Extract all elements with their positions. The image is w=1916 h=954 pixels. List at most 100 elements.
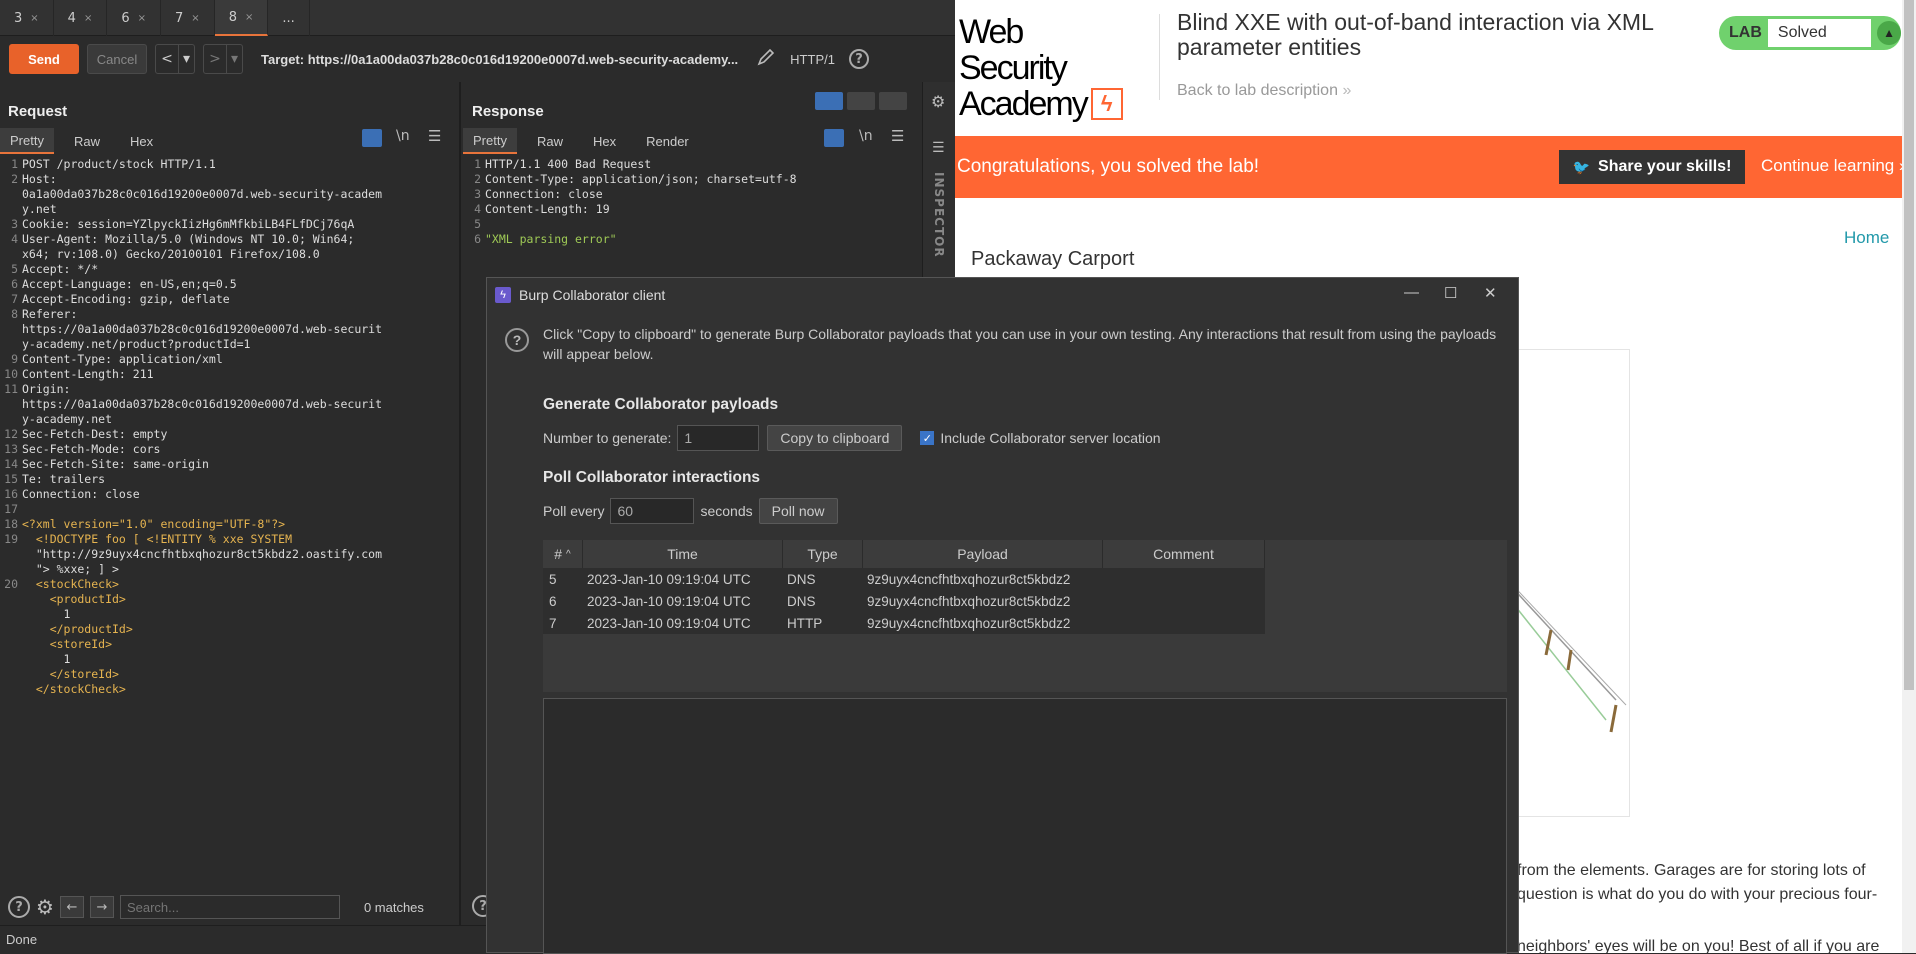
back-arrow-icon[interactable]: ← xyxy=(59,896,84,918)
column-header-type[interactable]: Type xyxy=(783,540,863,568)
line-number: 6 xyxy=(11,277,18,291)
close-icon[interactable]: × xyxy=(191,13,199,24)
settings-gear-icon[interactable]: ⚙ xyxy=(36,895,54,919)
line-text: 0a1a00da037b28c0c016d19200e0007d.web-sec… xyxy=(22,187,383,201)
tab-raw[interactable]: Raw xyxy=(54,128,110,154)
table-row[interactable]: 6 2023-Jan-10 09:19:04 UTC DNS 9z9uyx4cn… xyxy=(543,590,1265,612)
line-number xyxy=(0,562,22,577)
help-icon[interactable]: ? xyxy=(8,896,30,918)
table-row[interactable]: 7 2023-Jan-10 09:19:04 UTC HTTP 9z9uyx4c… xyxy=(543,612,1265,634)
close-icon[interactable]: × xyxy=(84,13,92,24)
share-label: Share your skills! xyxy=(1598,158,1732,175)
close-icon[interactable]: × xyxy=(245,12,253,23)
code-line: https://0a1a00da037b28c0c016d19200e0007d… xyxy=(0,397,450,412)
collaborator-dialog: ϟ Burp Collaborator client — ☐ ✕ ? Click… xyxy=(486,277,1519,954)
code-line: 8 Referer: xyxy=(0,307,450,322)
line-number: 14 xyxy=(4,457,18,471)
line-number: 15 xyxy=(4,472,18,486)
scrollbar-thumb[interactable] xyxy=(1904,0,1914,690)
settings-gear-icon[interactable]: ⚙ xyxy=(931,92,945,111)
line-text: HTTP/1.1 400 Bad Request xyxy=(485,157,652,171)
forward-arrow-icon[interactable]: > xyxy=(204,45,226,73)
tab-hex[interactable]: Hex xyxy=(110,128,163,154)
minimize-icon[interactable]: — xyxy=(1404,284,1419,301)
table-row[interactable]: 5 2023-Jan-10 09:19:04 UTC DNS 9z9uyx4cn… xyxy=(543,568,1265,590)
code-line: "> %xxe; ] > xyxy=(0,562,450,577)
pane-splitter[interactable] xyxy=(459,82,461,925)
response-editor[interactable]: 1 HTTP/1.1 400 Bad Request 2 Content-Type: … xyxy=(463,157,908,247)
close-icon[interactable]: ✕ xyxy=(1484,284,1497,302)
layout-tabbed-icon[interactable] xyxy=(879,92,907,110)
number-to-generate-input[interactable]: 1 xyxy=(677,425,760,451)
repeater-tab-8[interactable]: 8 × xyxy=(214,0,269,36)
line-text: Connection: close xyxy=(485,187,603,201)
column-header-time[interactable]: Time xyxy=(583,540,783,568)
layout-side-by-side-icon[interactable] xyxy=(815,92,843,110)
row-type: DNS xyxy=(787,593,816,609)
back-to-lab-description-link[interactable]: Back to lab description » xyxy=(1177,82,1351,100)
http-version-toggle[interactable]: HTTP/1 xyxy=(790,52,835,67)
include-server-location-checkbox[interactable]: ✓ xyxy=(920,431,935,445)
repeater-tab-6[interactable]: 6 × xyxy=(107,0,162,36)
forward-arrow-icon[interactable]: → xyxy=(89,896,114,918)
repeater-tab-4[interactable]: 4 × xyxy=(54,0,108,36)
search-input[interactable] xyxy=(119,895,340,919)
repeater-tab-3[interactable]: 3 × xyxy=(0,0,54,36)
line-number: 3 xyxy=(474,187,481,201)
cancel-button[interactable]: Cancel xyxy=(87,44,147,74)
close-icon[interactable]: × xyxy=(30,13,38,24)
share-skills-button[interactable]: 🐦 Share your skills! xyxy=(1559,150,1745,184)
column-header-payload[interactable]: Payload xyxy=(863,540,1103,568)
edit-pencil-icon[interactable] xyxy=(756,47,776,71)
layout-toggle xyxy=(815,92,911,112)
newline-toggle-icon[interactable]: \n xyxy=(396,128,410,144)
line-number: 4 xyxy=(474,202,481,216)
poll-now-button[interactable]: Poll now xyxy=(758,498,838,524)
dialog-title-bar[interactable]: ϟ Burp Collaborator client xyxy=(487,278,1518,312)
tab-label: ... xyxy=(282,10,295,26)
line-number xyxy=(0,667,22,682)
line-number: 3 xyxy=(11,217,18,231)
column-header-comment[interactable]: Comment xyxy=(1103,540,1265,568)
column-header-number[interactable]: # ^ xyxy=(543,540,583,568)
word-wrap-icon[interactable] xyxy=(824,129,844,147)
tab-pretty[interactable]: Pretty xyxy=(463,128,517,154)
send-button[interactable]: Send xyxy=(9,44,79,74)
word-wrap-icon[interactable] xyxy=(362,129,382,147)
repeater-tab-7[interactable]: 7 × xyxy=(161,0,215,36)
tab-hex[interactable]: Hex xyxy=(573,128,626,154)
menu-icon[interactable]: ☰ xyxy=(428,127,441,145)
home-link[interactable]: Home xyxy=(1844,228,1889,248)
poll-heading: Poll Collaborator interactions xyxy=(543,469,761,486)
line-number: 2 xyxy=(11,172,18,186)
browser-scrollbar[interactable] xyxy=(1902,0,1916,953)
chevron-down-icon[interactable]: ▾ xyxy=(226,45,242,73)
close-icon[interactable]: × xyxy=(138,13,146,24)
code-line: https://0a1a00da037b28c0c016d19200e0007d… xyxy=(0,322,450,337)
request-editor[interactable]: 1 POST /product/stock HTTP/1.1 2 Host: 0a1a0… xyxy=(0,157,450,697)
code-line: x64; rv:108.0) Gecko/20100101 Firefox/10… xyxy=(0,247,450,262)
web-security-academy-logo[interactable]: Web Security Academy ϟ xyxy=(959,14,1129,122)
back-arrow-icon[interactable]: < xyxy=(156,45,178,73)
help-icon[interactable]: ? xyxy=(848,49,869,69)
inspector-label[interactable]: INSPECTOR xyxy=(932,172,946,258)
line-text: 1 xyxy=(22,607,71,621)
line-number: 5 xyxy=(474,217,481,231)
layout-stacked-icon[interactable] xyxy=(847,92,875,110)
newline-toggle-icon[interactable]: \n xyxy=(859,128,873,144)
line-text: "> %xxe; ] > xyxy=(22,562,119,576)
tab-raw[interactable]: Raw xyxy=(517,128,573,154)
tab-pretty[interactable]: Pretty xyxy=(0,128,54,154)
interaction-details-pane[interactable] xyxy=(543,698,1507,954)
continue-learning-link[interactable]: Continue learning » xyxy=(1761,156,1908,176)
menu-icon[interactable]: ☰ xyxy=(891,127,904,145)
number-to-generate-label: Number to generate: xyxy=(543,430,672,446)
poll-interval-input[interactable]: 60 xyxy=(610,498,695,524)
maximize-icon[interactable]: ☐ xyxy=(1444,284,1457,302)
inspector-toggle-icon[interactable]: ☰ xyxy=(932,140,945,156)
copy-to-clipboard-button[interactable]: Copy to clipboard xyxy=(767,425,903,451)
repeater-tab-more[interactable]: ... xyxy=(268,0,310,36)
help-icon[interactable]: ? xyxy=(505,328,529,352)
tab-render[interactable]: Render xyxy=(626,128,699,154)
chevron-down-icon[interactable]: ▾ xyxy=(178,45,194,73)
